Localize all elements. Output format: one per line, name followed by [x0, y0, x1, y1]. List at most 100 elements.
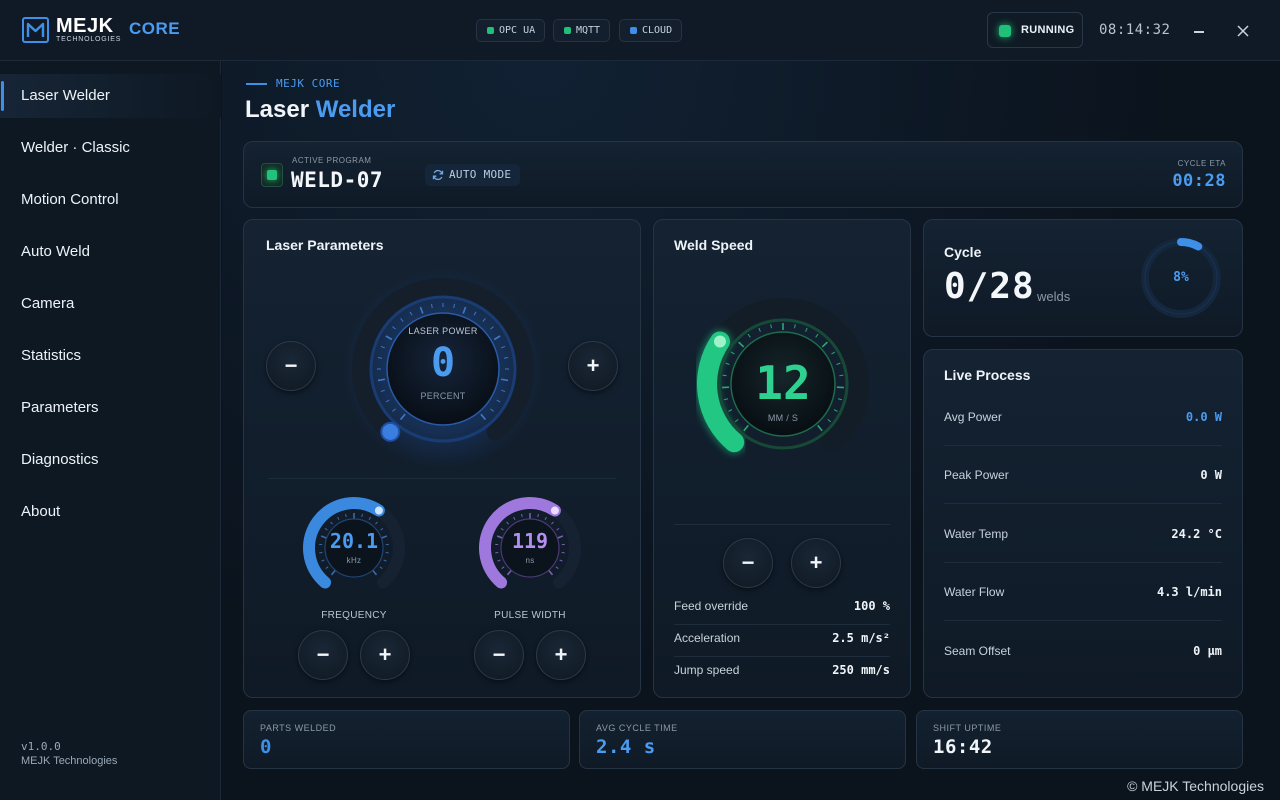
- gauge-tick: [503, 357, 509, 359]
- pulse-width-decrease-button[interactable]: −: [474, 630, 524, 680]
- pulse-width-unit: ns: [525, 556, 535, 565]
- weld-speed-card: Weld Speed 12 MM / S − + Feed override 1…: [653, 219, 911, 698]
- live-key: Peak Power: [944, 468, 1009, 482]
- active-program-name: WELD-07: [291, 168, 384, 192]
- gauge-tick: [375, 521, 378, 525]
- live-value: 24.2 °C: [1171, 527, 1222, 541]
- weld-speed-increase-button[interactable]: +: [791, 538, 841, 588]
- live-process-title: Live Process: [944, 367, 1031, 383]
- gauge-tick: [379, 566, 383, 569]
- program-status-led-icon: [261, 163, 283, 187]
- gauge-tick: [325, 566, 329, 569]
- frequency-unit: kHz: [346, 556, 362, 565]
- status-dot-icon: [487, 27, 494, 34]
- gauge-tick: [722, 374, 727, 377]
- sidebar-item-about[interactable]: About: [0, 490, 221, 534]
- status-led-icon: [999, 25, 1011, 37]
- live-key: Avg Power: [944, 410, 1002, 424]
- sidebar-item-laser-welder[interactable]: Laser Welder: [0, 74, 221, 118]
- live-value: 4.3 l/min: [1156, 585, 1222, 599]
- frequency-increase-button[interactable]: +: [360, 630, 410, 680]
- status-label: RUNNING: [1021, 24, 1075, 36]
- version-label: v1.0.0: [21, 740, 61, 753]
- weld-speed-decrease-button[interactable]: −: [723, 538, 773, 588]
- protocol-badge-cloud: CLOUD: [619, 19, 683, 42]
- gauge-tick: [345, 513, 347, 518]
- live-row-water-temp: Water Temp 24.2 °C: [944, 505, 1222, 563]
- gauge-tick: [794, 324, 796, 329]
- auto-mode-button[interactable]: AUTO MODE: [425, 164, 521, 186]
- sidebar-item-motion-control[interactable]: Motion Control: [0, 178, 221, 222]
- kpi-avg-cycle-time: AVG CYCLE TIME 2.4 s: [579, 710, 906, 769]
- cycle-eta-value: 00:28: [1172, 171, 1226, 191]
- refresh-icon: [432, 169, 444, 181]
- clock: 08:14:32: [1099, 22, 1171, 38]
- gauge-tick: [501, 566, 505, 569]
- stat-value: 100 %: [853, 599, 890, 613]
- kpi-value: 2.4 s: [596, 736, 656, 758]
- gauge-tick: [743, 424, 749, 432]
- gauge-tick: [544, 516, 547, 520]
- kpi-label: PARTS WELDED: [260, 723, 337, 733]
- sidebar-item-camera[interactable]: Camera: [0, 282, 221, 326]
- kpi-parts-welded: PARTS WELDED 0: [243, 710, 570, 769]
- pulse-width-value: 119: [511, 529, 549, 553]
- gauge-tick: [537, 513, 539, 518]
- gauge-tick: [551, 521, 554, 525]
- laser-power-decrease-button[interactable]: −: [266, 341, 316, 391]
- stat-key: Jump speed: [674, 663, 740, 677]
- gauge-tick: [747, 333, 751, 338]
- laser-power-label: LASER POWER: [408, 326, 478, 336]
- weld-speed-unit: MM / S: [767, 413, 799, 423]
- sidebar-item-welder-classic[interactable]: Welder · Classic: [0, 126, 221, 170]
- gauge-tick: [821, 341, 828, 348]
- stat-key: Feed override: [674, 599, 749, 613]
- sidebar-item-auto-weld[interactable]: Auto Weld: [0, 230, 221, 274]
- gauge-tick: [837, 398, 843, 401]
- divider: [268, 478, 616, 479]
- gauge-tick: [330, 569, 336, 576]
- live-key: Water Flow: [944, 585, 1005, 599]
- laser-power-value: 0: [430, 340, 456, 386]
- kpi-label: SHIFT UPTIME: [933, 723, 1002, 733]
- live-value: 0.0 W: [1185, 410, 1222, 424]
- gauge-tick: [330, 521, 333, 525]
- kpi-value: 16:42: [933, 736, 993, 758]
- gauge-tick: [555, 566, 559, 569]
- company-label: MEJK Technologies: [21, 755, 118, 767]
- protocol-badge-opcua: OPC UA: [476, 19, 546, 42]
- frequency-decrease-button[interactable]: −: [298, 630, 348, 680]
- sidebar-item-parameters[interactable]: Parameters: [0, 386, 221, 430]
- live-row-peak-power: Peak Power 0 W: [944, 446, 1222, 504]
- stat-value: 2.5 m/s²: [832, 631, 890, 645]
- frequency-value: 20.1: [329, 529, 379, 553]
- gauge-tick: [521, 513, 523, 518]
- minimize-icon[interactable]: [1189, 22, 1209, 40]
- sidebar-item-diagnostics[interactable]: Diagnostics: [0, 438, 221, 482]
- title-bar: MEJK TECHNOLOGIES CORE OPC UA MQTT CLOUD…: [0, 0, 1280, 61]
- gauge-tick: [770, 324, 772, 329]
- live-row-water-flow: Water Flow 4.3 l/min: [944, 563, 1222, 621]
- sidebar-item-statistics[interactable]: Statistics: [0, 334, 221, 378]
- close-icon[interactable]: [1233, 21, 1253, 41]
- pulse-width-increase-button[interactable]: +: [536, 630, 586, 680]
- frequency-label: FREQUENCY: [321, 610, 387, 621]
- gauge-tick: [805, 327, 808, 332]
- gauge-tick: [730, 351, 735, 355]
- brand-name: MEJK: [56, 15, 114, 37]
- gauge-tick: [817, 424, 823, 432]
- live-process-card: Live Process Avg Power 0.0 W Peak Power …: [923, 349, 1243, 698]
- brand-subtitle: TECHNOLOGIES: [56, 36, 122, 43]
- active-program-bar: ACTIVE PROGRAM WELD-07 AUTO MODE CYCLE E…: [243, 141, 1243, 208]
- gauge-tick: [361, 513, 363, 518]
- gauge-tick: [506, 569, 512, 576]
- page-title: Laser Welder: [245, 96, 395, 124]
- brand: MEJK TECHNOLOGIES: [56, 16, 121, 44]
- laser-power-increase-button[interactable]: +: [568, 341, 618, 391]
- divider: [674, 524, 890, 525]
- copyright: © MEJK Technologies: [1127, 778, 1264, 794]
- live-value: 0 µm: [1193, 644, 1222, 658]
- gauge-tick: [368, 516, 371, 520]
- gauge-tick: [815, 333, 819, 338]
- stat-row-feed-override: Feed override 100 %: [674, 593, 890, 625]
